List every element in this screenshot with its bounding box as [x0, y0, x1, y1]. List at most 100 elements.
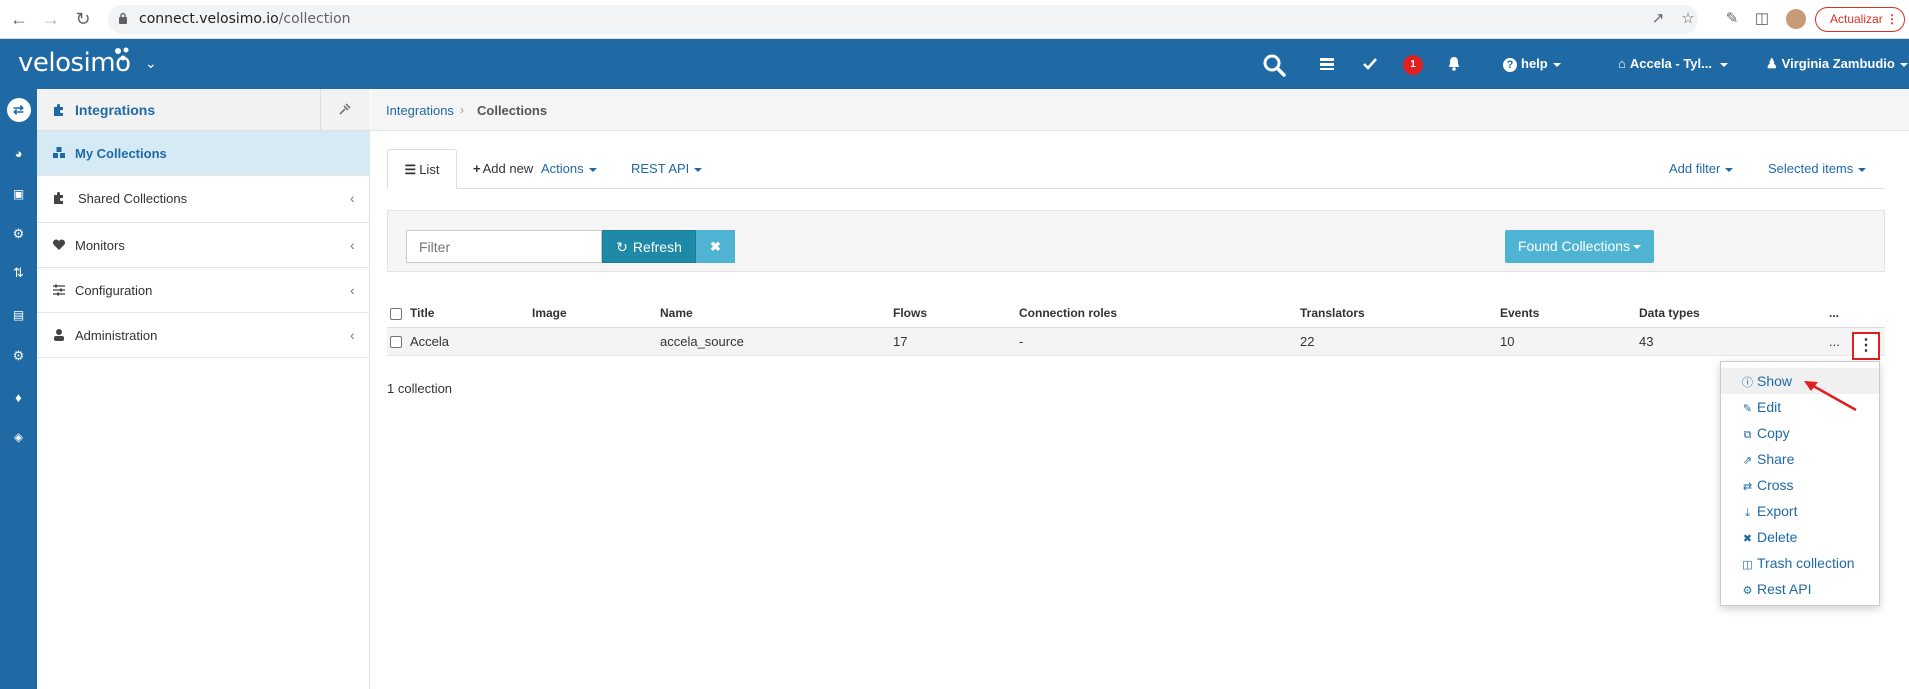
tab-actions[interactable]: Actions [541, 149, 597, 189]
refresh-button[interactable]: ↻ Refresh [602, 230, 696, 263]
filter-input[interactable] [406, 230, 602, 263]
clear-filter-button[interactable]: ✖ [696, 230, 735, 263]
menu-item-copy[interactable]: ⧉ Copy [1721, 420, 1879, 446]
cell-flows: 17 [893, 327, 1019, 356]
copy-icon: ⧉ [1743, 429, 1752, 441]
download-icon: ⤓ [1745, 507, 1750, 519]
col-title[interactable]: Title [410, 299, 532, 328]
breadcrumb-integrations-link[interactable]: Integrations [386, 103, 454, 118]
sidebar-item-configuration[interactable]: Configuration ‹ [37, 268, 370, 313]
table-row[interactable]: Accela accela_source 17 - 22 10 43 ... [387, 327, 1885, 356]
user-secret-icon [54, 329, 64, 341]
chevron-left-icon: ‹ [350, 282, 355, 298]
brand-dots-icon [115, 47, 129, 61]
search-icon[interactable] [1262, 53, 1286, 77]
rail-dashboard[interactable]: ◕ [0, 135, 37, 171]
sidebar-item-administration[interactable]: Administration ‹ [37, 313, 370, 358]
main-content: Integrations › Collections ☰ List + Add ne… [371, 89, 1909, 689]
profile-avatar[interactable] [1786, 9, 1806, 29]
cog-icon: ⚙ [1742, 585, 1753, 597]
rail-puzzle[interactable]: ♦ [0, 379, 37, 415]
extensions-icon[interactable]: ✎ [1722, 9, 1742, 29]
menu-item-trash-collection[interactable]: ◫ Trash collection [1721, 550, 1879, 576]
shield-icon: ◈ [13, 430, 24, 444]
notification-count-badge[interactable]: 1 [1403, 55, 1423, 75]
found-collections-button[interactable]: Found Collections [1505, 230, 1654, 263]
list-icon: ☰ [404, 162, 417, 177]
puzzle-icon: ♦ [15, 389, 22, 405]
cell-image [532, 327, 660, 356]
url-text: connect.velosimo.io/collection [139, 11, 351, 27]
reload-icon[interactable]: ↻ [72, 8, 94, 30]
help-menu[interactable]: ? help [1503, 39, 1561, 89]
tab-list[interactable]: ☰ List [387, 149, 457, 189]
cog-icon: ⚙ [12, 348, 25, 363]
app-navbar: velosimo ⌄ 1 ? help ⌂ Accela - Tyl... ♟ Vir… [0, 39, 1909, 89]
menu-item-rest-api[interactable]: ⚙ Rest API [1721, 576, 1879, 602]
rail-inbox[interactable]: ▤ [0, 297, 37, 333]
rail-settings[interactable]: ⚙ [0, 338, 37, 374]
tasks-icon[interactable] [1320, 57, 1334, 71]
share-icon[interactable]: ↗ [1648, 9, 1668, 29]
rail-shield[interactable]: ◈ [0, 419, 37, 455]
back-icon[interactable]: ← [8, 8, 30, 30]
cubes-icon [53, 147, 65, 158]
breadcrumb: Integrations › Collections [371, 89, 1909, 131]
share-icon: ⇗ [1742, 455, 1753, 467]
chevron-left-icon: ‹ [350, 190, 355, 206]
rail-cube[interactable]: ▣ [0, 176, 37, 212]
bell-icon[interactable] [1447, 56, 1461, 72]
star-icon[interactable]: ☆ [1678, 9, 1698, 29]
user-menu[interactable]: ♟ Virginia Zambudio [1766, 39, 1908, 89]
menu-item-share[interactable]: ⇗ Share [1721, 446, 1879, 472]
cube-icon: ▣ [12, 187, 25, 201]
tab-rest-api[interactable]: REST API [631, 149, 703, 189]
col-data-types: Data types [1639, 299, 1829, 328]
row-actions-button[interactable]: ⋮ [1852, 332, 1880, 360]
menu-item-export[interactable]: ⤓ Export [1721, 498, 1879, 524]
address-bar[interactable]: connect.velosimo.io/collection ↗ ☆ [108, 5, 1698, 34]
collections-table: Title Image Name Flows Connection roles … [387, 299, 1885, 356]
row-checkbox[interactable] [390, 336, 402, 349]
collapse-icon[interactable] [337, 101, 353, 117]
ellipsis-vertical-icon: ⋮ [1858, 337, 1874, 354]
check-icon[interactable] [1363, 57, 1377, 71]
user-icon: ♟ [1766, 56, 1778, 71]
col-name[interactable]: Name [660, 299, 893, 328]
info-icon: ⓘ [1742, 377, 1753, 389]
tenant-menu[interactable]: ⌂ Accela - Tyl... [1618, 39, 1728, 89]
cell-connection-roles: - [1019, 327, 1300, 356]
chevron-left-icon: ‹ [350, 237, 355, 253]
breadcrumb-current: Collections [477, 103, 548, 118]
select-all-checkbox[interactable] [390, 307, 402, 320]
cell-title: Accela [410, 327, 532, 356]
inbox-icon: ▤ [12, 308, 25, 322]
rail-gears[interactable]: ⚙ [0, 216, 37, 252]
sidepanel-icon[interactable]: ◫ [1752, 9, 1772, 29]
chevron-left-icon: ‹ [350, 327, 355, 343]
tab-add-new[interactable]: + Add new [473, 149, 533, 189]
add-filter-menu[interactable]: Add filter [1669, 149, 1734, 189]
menu-item-delete[interactable]: ✖ Delete [1721, 524, 1879, 550]
puzzle-icon [54, 192, 63, 204]
chevron-down-icon[interactable]: ⌄ [145, 55, 157, 72]
close-icon: ✖ [710, 239, 721, 254]
rail-integrations[interactable]: ⇄ [0, 92, 37, 128]
refresh-icon: ↻ [616, 239, 628, 255]
update-button[interactable]: Actualizar ⋮ [1815, 7, 1905, 32]
browser-toolbar: ← → ↻ connect.velosimo.io/collection ↗ ☆… [0, 0, 1909, 39]
sidebar-item-my-collections[interactable]: My Collections [37, 131, 370, 176]
dashboard-icon: ◕ [14, 145, 23, 161]
sidebar-item-monitors[interactable]: Monitors ‹ [37, 223, 370, 268]
sliders-icon [53, 284, 65, 296]
sidebar-item-shared-collections[interactable]: Shared Collections ‹ [37, 176, 370, 223]
cell-translators: 22 [1300, 327, 1500, 356]
selected-items-menu[interactable]: Selected items [1768, 149, 1867, 189]
rail-random[interactable]: ⇅ [0, 255, 37, 291]
col-image: Image [532, 299, 660, 328]
cell-data-types: 43 [1639, 327, 1829, 356]
forward-icon[interactable]: → [40, 8, 62, 30]
menu-item-cross[interactable]: ⇄ Cross [1721, 472, 1879, 498]
sidebar-header: Integrations [37, 89, 370, 131]
col-flows: Flows [893, 299, 1019, 328]
